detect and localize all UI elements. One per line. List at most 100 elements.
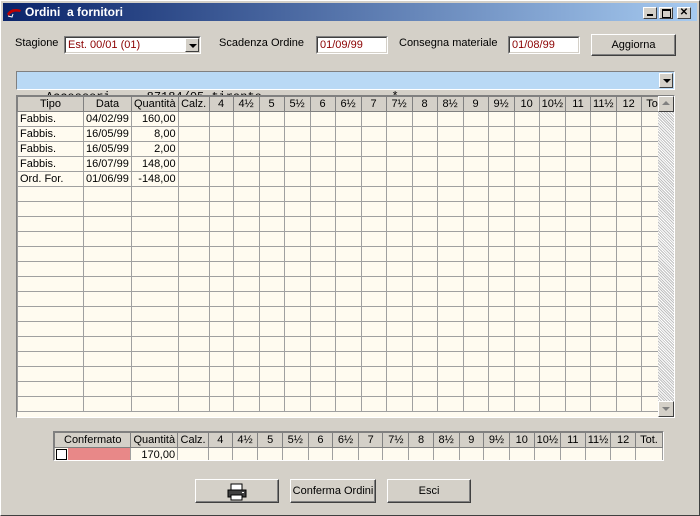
grid-cell[interactable] (411, 306, 438, 322)
grid-cell[interactable] (208, 156, 234, 172)
grid-cell[interactable] (590, 321, 617, 337)
grid-cell[interactable] (411, 171, 438, 187)
grid-cell[interactable] (436, 186, 464, 202)
grid-cell[interactable] (177, 201, 210, 217)
grid-cell[interactable] (131, 381, 179, 397)
grid-cell[interactable] (385, 276, 413, 292)
summary-qty-cell[interactable]: 170,00 (130, 447, 179, 460)
summary-cell[interactable] (231, 447, 259, 460)
table-row[interactable]: Fabbis. 16/07/99 148,00 (17, 156, 670, 172)
grid-cell[interactable] (538, 126, 567, 142)
grid-cell[interactable] (385, 291, 413, 307)
grid-cell[interactable] (258, 321, 285, 337)
grid-cell[interactable] (360, 126, 387, 142)
grid-cell[interactable] (385, 306, 413, 322)
grid-cell[interactable] (590, 171, 617, 187)
print-button[interactable] (195, 479, 279, 503)
grid-cell[interactable] (232, 306, 260, 322)
grid-cell[interactable] (334, 111, 362, 127)
table-row[interactable] (17, 306, 670, 322)
grid-cell[interactable] (258, 126, 285, 142)
grid-cell[interactable] (565, 321, 592, 337)
grid-cell[interactable] (258, 201, 285, 217)
summary-cell[interactable] (458, 447, 485, 460)
grid-cell[interactable] (487, 216, 515, 232)
grid-cell[interactable] (177, 381, 210, 397)
grid-cell[interactable] (283, 201, 311, 217)
grid-cell[interactable] (232, 216, 260, 232)
grid-cell[interactable] (615, 351, 642, 367)
grid-cell[interactable] (309, 276, 336, 292)
grid-cell[interactable] (309, 396, 336, 412)
minimize-button[interactable] (643, 7, 657, 19)
grid-cell[interactable] (590, 336, 617, 352)
grid-cell[interactable] (487, 186, 515, 202)
grid-cell[interactable] (411, 111, 438, 127)
grid-cell[interactable] (17, 246, 84, 262)
chevron-down-icon[interactable] (185, 38, 199, 52)
grid-cell[interactable] (565, 276, 592, 292)
grid-cell[interactable] (283, 306, 311, 322)
grid-cell[interactable] (436, 291, 464, 307)
grid-cell[interactable] (565, 171, 592, 187)
grid-cell[interactable] (17, 186, 84, 202)
grid-cell[interactable] (462, 216, 489, 232)
grid-cell[interactable] (232, 276, 260, 292)
grid-cell[interactable] (436, 156, 464, 172)
grid-cell[interactable] (487, 291, 515, 307)
grid-cell[interactable] (487, 261, 515, 277)
grid-cell[interactable] (615, 171, 642, 187)
grid-cell[interactable] (258, 246, 285, 262)
grid-cell[interactable] (565, 186, 592, 202)
table-row[interactable] (17, 216, 670, 232)
grid-cell[interactable] (334, 231, 362, 247)
summary-cell[interactable] (584, 447, 612, 460)
grid-cell[interactable] (436, 126, 464, 142)
grid-cell[interactable] (258, 306, 285, 322)
grid-cell[interactable] (360, 321, 387, 337)
grid-cell[interactable] (436, 396, 464, 412)
grid-cell[interactable] (283, 111, 311, 127)
conferma-ordini-button[interactable]: Conferma Ordini (290, 479, 376, 503)
table-row[interactable] (17, 186, 670, 202)
grid-cell[interactable] (615, 291, 642, 307)
grid-cell[interactable]: Fabbis. (17, 156, 84, 172)
table-row[interactable] (17, 336, 670, 352)
grid-cell[interactable] (565, 291, 592, 307)
grid-cell[interactable] (411, 381, 438, 397)
grid-cell[interactable] (590, 156, 617, 172)
grid-cell[interactable] (462, 111, 489, 127)
grid-cell[interactable] (208, 171, 234, 187)
grid-cell[interactable] (487, 276, 515, 292)
grid-cell[interactable] (334, 186, 362, 202)
grid-cell[interactable] (131, 291, 179, 307)
summary-cell[interactable] (307, 447, 334, 460)
summary-cell[interactable] (408, 447, 434, 460)
grid-cell[interactable] (436, 111, 464, 127)
grid-cell[interactable] (487, 336, 515, 352)
grid-cell[interactable] (462, 141, 489, 157)
grid-cell[interactable] (17, 306, 84, 322)
grid-cell[interactable] (309, 201, 336, 217)
grid-cell[interactable] (283, 246, 311, 262)
grid-cell[interactable] (309, 261, 336, 277)
grid-cell[interactable] (565, 381, 592, 397)
grid-cell[interactable] (208, 261, 234, 277)
grid-cell[interactable]: 160,00 (131, 111, 179, 127)
grid-cell[interactable] (436, 231, 464, 247)
summary-cell[interactable] (635, 447, 663, 460)
grid-cell[interactable] (360, 381, 387, 397)
grid-cell[interactable] (283, 171, 311, 187)
grid-cell[interactable] (385, 141, 413, 157)
grid-cell[interactable] (131, 261, 179, 277)
grid-cell[interactable] (208, 111, 234, 127)
grid-cell[interactable] (208, 216, 234, 232)
esci-button[interactable]: Esci (387, 479, 471, 503)
grid-cell[interactable] (385, 171, 413, 187)
grid-cell[interactable] (232, 141, 260, 157)
grid-cell[interactable] (17, 396, 84, 412)
grid-cell[interactable] (360, 186, 387, 202)
table-row[interactable] (17, 231, 670, 247)
grid-cell[interactable] (258, 336, 285, 352)
grid-cell[interactable] (283, 336, 311, 352)
